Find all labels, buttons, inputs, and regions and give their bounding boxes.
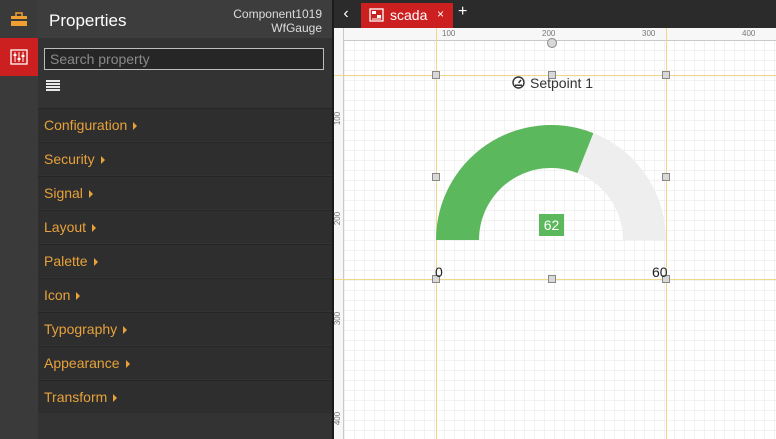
caret-right-icon <box>76 292 81 301</box>
section-label: Configuration <box>44 117 128 133</box>
caret-right-icon <box>93 258 98 267</box>
gauge-value-badge: 62 <box>539 214 564 236</box>
section-configuration[interactable]: Configuration <box>38 108 332 141</box>
design-canvas[interactable]: 100 200 300 400 100 200 300 400 Setpoint… <box>334 28 776 439</box>
section-label: Palette <box>44 253 88 269</box>
toolbox-icon <box>11 12 27 26</box>
section-label: Signal <box>44 185 83 201</box>
list-view-icon[interactable] <box>46 80 60 94</box>
section-label: Security <box>44 151 95 167</box>
component-info: Component1019 WfGauge <box>233 7 322 35</box>
search-input[interactable] <box>44 48 324 70</box>
section-typography[interactable]: Typography <box>38 312 332 345</box>
caret-right-icon <box>123 326 128 335</box>
caret-right-icon <box>133 122 138 131</box>
gauge-max-label: 60 <box>652 264 668 280</box>
diagram-icon <box>369 8 384 22</box>
section-icon[interactable]: Icon <box>38 278 332 311</box>
component-type: WfGauge <box>271 21 322 35</box>
component-name: Component1019 <box>233 7 322 21</box>
caret-right-icon <box>92 224 97 233</box>
section-layout[interactable]: Layout <box>38 210 332 243</box>
caret-right-icon <box>113 394 118 403</box>
tool-rail <box>0 0 39 439</box>
tab-label: scada <box>390 7 428 23</box>
section-palette[interactable]: Palette <box>38 244 332 277</box>
section-signal[interactable]: Signal <box>38 176 332 209</box>
toolbox-button[interactable] <box>0 0 38 38</box>
tab-scada[interactable]: scada × <box>361 3 453 28</box>
gauge-min-label: 0 <box>435 264 443 280</box>
panel-header: Properties Component1019 WfGauge <box>38 0 332 38</box>
gauge-fill <box>436 124 594 240</box>
tab-bar: ‹ scada × + <box>334 0 776 28</box>
close-icon[interactable]: × <box>437 7 444 21</box>
properties-panel: Properties Component1019 WfGauge Configu… <box>38 0 332 439</box>
caret-right-icon <box>125 360 130 369</box>
section-label: Appearance <box>44 355 120 371</box>
caret-right-icon <box>88 190 93 199</box>
section-security[interactable]: Security <box>38 142 332 175</box>
caret-right-icon <box>100 156 105 165</box>
section-label: Transform <box>44 389 108 405</box>
section-label: Layout <box>44 219 87 235</box>
properties-button[interactable] <box>0 38 38 76</box>
sliders-icon <box>10 49 28 65</box>
section-label: Typography <box>44 321 118 337</box>
section-appearance[interactable]: Appearance <box>38 346 332 379</box>
tab-scroll-left-button[interactable]: ‹ <box>334 0 358 28</box>
panel-title: Properties <box>49 11 127 30</box>
section-label: Icon <box>44 287 71 303</box>
add-tab-button[interactable]: + <box>458 3 467 21</box>
section-transform[interactable]: Transform <box>38 380 332 413</box>
